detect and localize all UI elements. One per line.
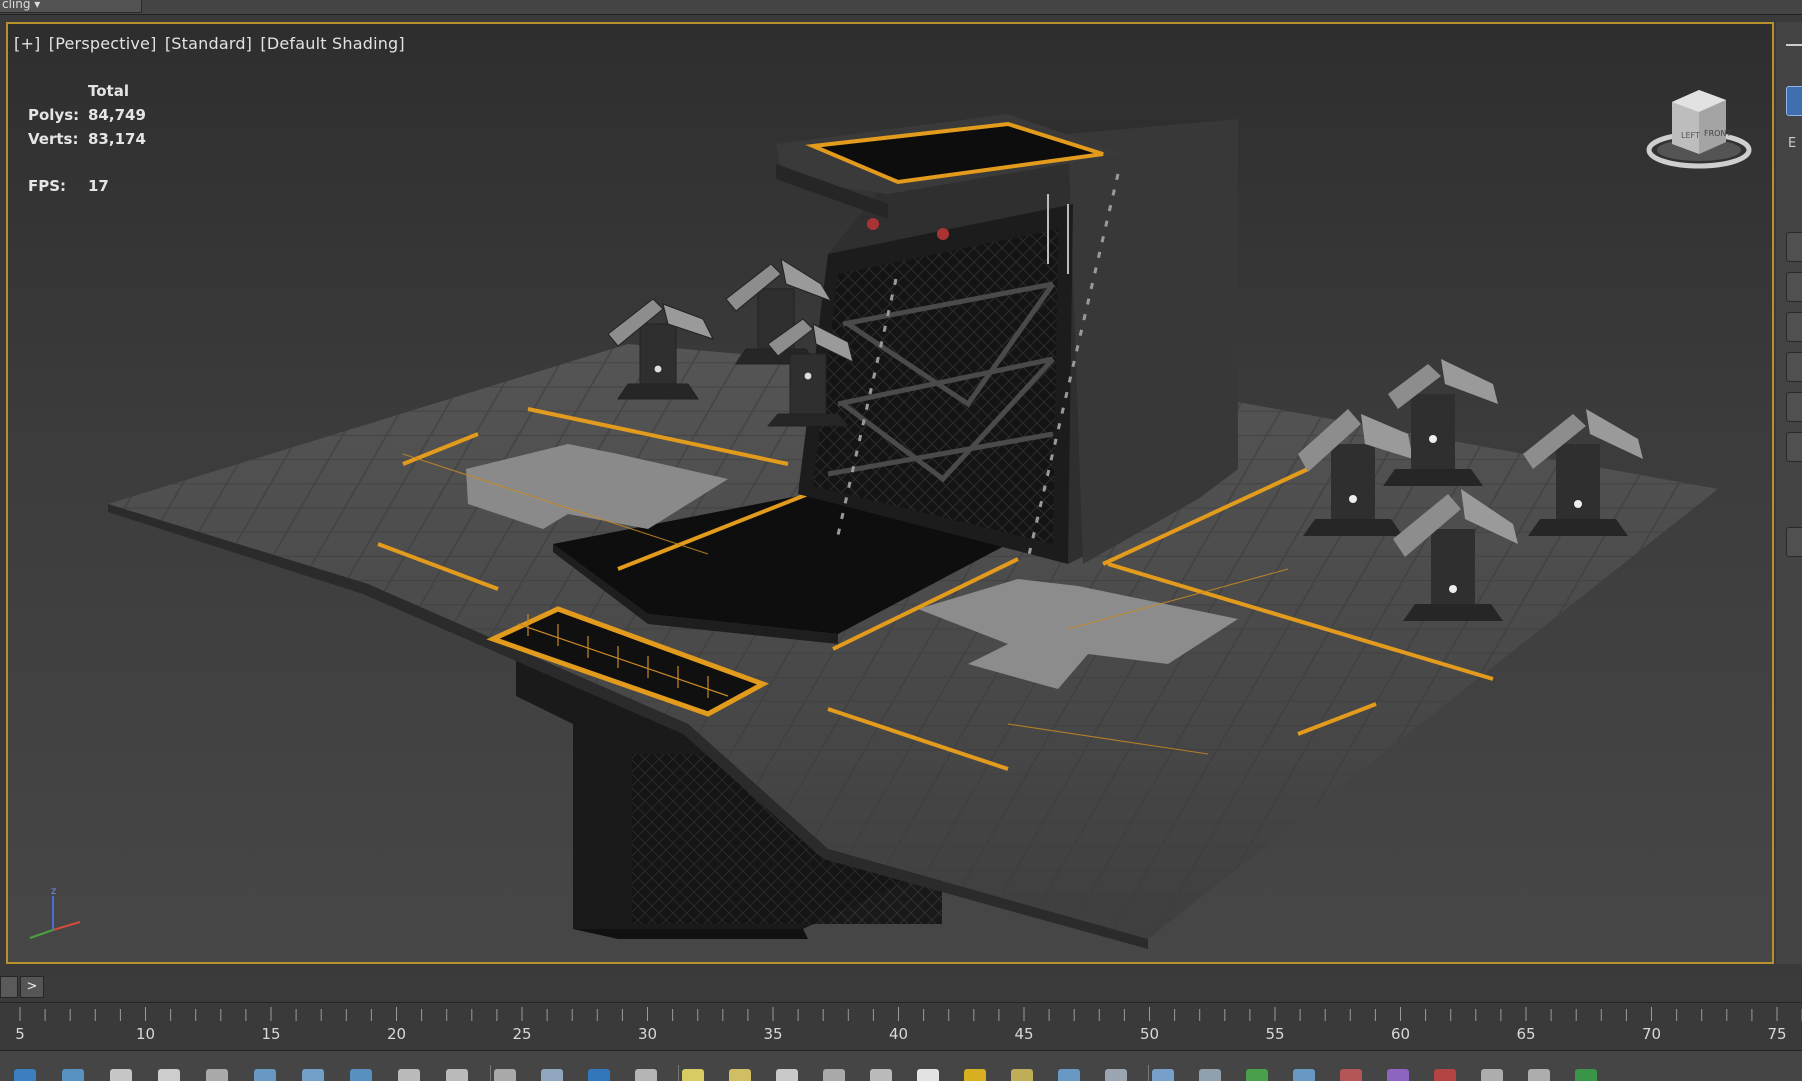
ruler-label: 25 (512, 1025, 531, 1043)
plant-icon[interactable] (1246, 1069, 1268, 1081)
axis-tripod-icon: z (29, 886, 81, 939)
arrow-up-icon[interactable] (1152, 1069, 1174, 1081)
move-icon[interactable] (494, 1069, 516, 1081)
selection-icon[interactable] (1434, 1069, 1456, 1081)
panel-button-1[interactable] (1786, 232, 1802, 262)
box-icon[interactable] (62, 1069, 84, 1081)
panel-button-7[interactable] (1786, 527, 1802, 557)
ruler-label: 20 (387, 1025, 406, 1043)
perspective-viewport[interactable]: [+] [Perspective] [Standard] [Default Sh… (6, 22, 1774, 964)
material-icon[interactable] (1340, 1069, 1362, 1081)
viewport-label[interactable]: [+] [Perspective] [Standard] [Default Sh… (14, 34, 408, 53)
ruler-label: 15 (261, 1025, 280, 1043)
panel-button-5[interactable] (1786, 392, 1802, 422)
viewport-menu-view[interactable]: [Perspective] (49, 34, 157, 53)
panel-button-6[interactable] (1786, 432, 1802, 462)
camera-icon[interactable] (541, 1069, 563, 1081)
image-icon[interactable] (110, 1069, 132, 1081)
layout-icon[interactable] (350, 1069, 372, 1081)
viewport-menu-shading[interactable]: [Default Shading] (260, 34, 404, 53)
viewcube-face-front: FRONT (1704, 129, 1731, 138)
panel-letter: E (1788, 136, 1797, 151)
rotate-icon[interactable] (206, 1069, 228, 1081)
ruler-label: 40 (889, 1025, 908, 1043)
vr-icon[interactable] (1387, 1069, 1409, 1081)
time-slider-handle[interactable] (0, 976, 18, 998)
next-frame-button[interactable]: > (20, 976, 44, 998)
statistics-overlay: Total Polys: 84,749 Verts: 83,174 FPS: 17 (28, 79, 178, 198)
terrain-icon[interactable] (14, 1069, 36, 1081)
toolbar-separator (678, 1065, 679, 1081)
render-icon[interactable] (588, 1069, 610, 1081)
text-icon[interactable] (158, 1069, 180, 1081)
panel-button-2[interactable] (1786, 272, 1802, 302)
polys-label: Polys: (28, 106, 80, 124)
fps-label: FPS: (28, 177, 67, 195)
ruler-label: 65 (1516, 1025, 1535, 1043)
grid-icon[interactable] (446, 1069, 468, 1081)
target-icon[interactable] (776, 1069, 798, 1081)
layout2-icon[interactable] (398, 1069, 420, 1081)
globe-icon[interactable] (1293, 1069, 1315, 1081)
control-tower (776, 114, 1238, 564)
panel-button-3[interactable] (1786, 312, 1802, 342)
timeline-bar: > (0, 972, 1802, 1002)
bottom-toolbar (0, 1050, 1802, 1081)
verts-label: Verts: (28, 130, 79, 148)
scene-render (108, 114, 1718, 949)
toolbar-separator (1148, 1065, 1149, 1081)
viewport-menu-plus[interactable]: [+] (14, 34, 41, 53)
panel-tab-create[interactable] (1786, 86, 1802, 116)
ruler-label: 45 (1014, 1025, 1033, 1043)
polys-value: 84,749 (88, 106, 146, 124)
fps-value: 17 (88, 177, 109, 195)
ruler-label: 55 (1265, 1025, 1284, 1043)
orb-icon[interactable] (1011, 1069, 1033, 1081)
ruler-label: 10 (136, 1025, 155, 1043)
ruler-label: 75 (1767, 1025, 1786, 1043)
stats-header: Total (88, 82, 129, 100)
wrench-icon[interactable] (1105, 1069, 1127, 1081)
command-panel-edge: E (1776, 22, 1802, 964)
toolbar-separator (490, 1065, 491, 1081)
light-icon[interactable] (682, 1069, 704, 1081)
ruler-label: 35 (763, 1025, 782, 1043)
panel-button-4[interactable] (1786, 352, 1802, 382)
gear-icon[interactable] (823, 1069, 845, 1081)
person-icon[interactable] (870, 1069, 892, 1081)
ruler-label: 70 (1642, 1025, 1661, 1043)
clock-icon[interactable] (1528, 1069, 1550, 1081)
ruler-label: 60 (1391, 1025, 1410, 1043)
ruler-label: 5 (15, 1025, 25, 1043)
dots-icon[interactable] (1058, 1069, 1080, 1081)
frame-ruler[interactable]: 5 10 15 20 25 30 35 40 45 50 55 60 65 70 75 (0, 1002, 1802, 1047)
settings-icon[interactable] (1199, 1069, 1221, 1081)
lightbulb-icon[interactable] (917, 1069, 939, 1081)
sphere-icon[interactable] (302, 1069, 324, 1081)
viewcube-face-left: LEFT (1681, 131, 1700, 140)
ruler-label: 30 (638, 1025, 657, 1043)
viewport-menu-standard[interactable]: [Standard] (165, 34, 252, 53)
sun-icon[interactable] (964, 1069, 986, 1081)
axis-z-label: z (51, 886, 56, 897)
trash-icon[interactable] (1481, 1069, 1503, 1081)
cloud-icon[interactable] (729, 1069, 751, 1081)
calendar-icon[interactable] (635, 1069, 657, 1081)
monitor-icon[interactable] (254, 1069, 276, 1081)
export-icon[interactable] (1575, 1069, 1597, 1081)
workspace-dropdown[interactable]: cling ▾ (0, 0, 142, 13)
ruler-label: 50 (1140, 1025, 1159, 1043)
verts-value: 83,174 (88, 130, 146, 148)
viewcube-icon[interactable]: LEFT FRONT (1644, 72, 1754, 182)
top-strip: cling ▾ (0, 0, 1802, 15)
